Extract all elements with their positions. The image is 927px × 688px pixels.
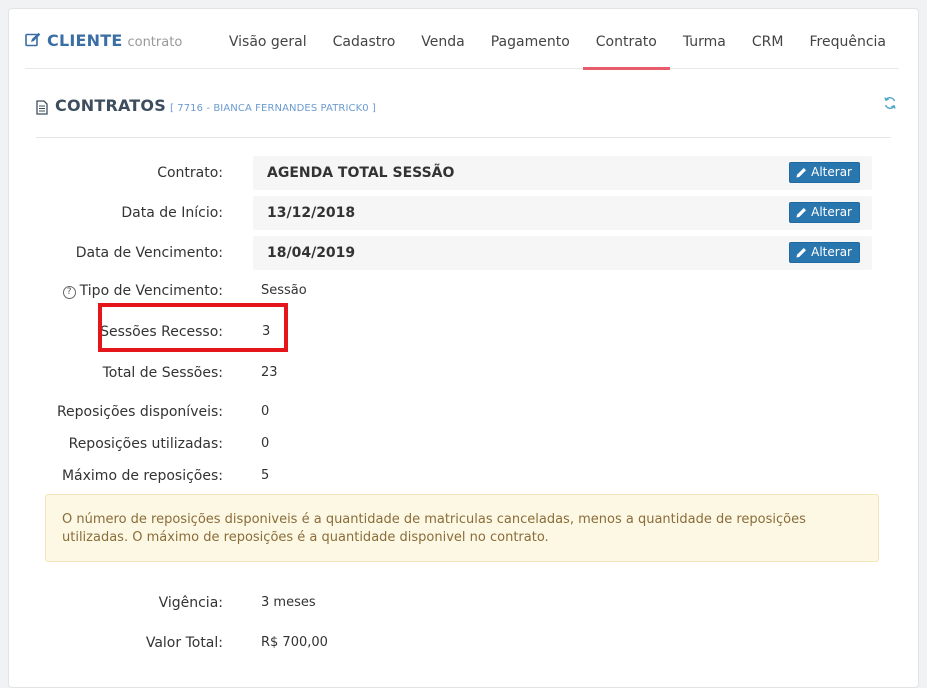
total-sessoes-value: 23 <box>261 365 278 380</box>
maximo-reposicoes-label: Máximo de reposições: <box>61 468 223 484</box>
info-alert: O número de reposições disponiveis é a q… <box>45 494 879 562</box>
page-subtitle: contrato <box>127 35 183 50</box>
tab-crm[interactable]: CRM <box>739 9 797 69</box>
alterar-data-inicio-label: Alterar <box>811 205 852 219</box>
reposicoes-disponiveis-value: 0 <box>261 404 270 419</box>
tab-frequencia[interactable]: Frequência <box>796 9 899 69</box>
data-inicio-row: Data de Início: 13/12/2018 Alterar <box>36 196 872 230</box>
alterar-contrato-label: Alterar <box>811 165 852 179</box>
reposicoes-utilizadas-value: 0 <box>261 436 270 451</box>
document-icon <box>36 100 48 115</box>
section-header: CONTRATOS[ 7716 - BIANCA FERNANDES PATRI… <box>36 96 896 138</box>
tab-contrato[interactable]: Contrato <box>582 9 670 70</box>
vigencia-row: Vigência: 3 meses <box>36 586 872 620</box>
vigencia-value: 3 meses <box>261 595 316 610</box>
section-title: CONTRATOS[ 7716 - BIANCA FERNANDES PATRI… <box>55 96 376 115</box>
section-subtitle: [ 7716 - BIANCA FERNANDES PATRICK0 ] <box>169 103 376 114</box>
total-sessoes-label: Total de Sessões: <box>102 365 223 381</box>
contrato-value: AGENDA TOTAL SESSÃO <box>267 165 455 181</box>
data-inicio-value: 13/12/2018 <box>267 205 356 221</box>
data-vencimento-label: Data de Vencimento: <box>75 245 223 261</box>
valor-total-row: Valor Total: R$ 700,00 <box>36 626 872 660</box>
edit-icon <box>25 32 41 47</box>
refresh-icon[interactable] <box>883 96 897 110</box>
page-title: CLIENTE <box>47 31 123 50</box>
alterar-data-vencimento-button[interactable]: Alterar <box>789 242 860 263</box>
highlight-box <box>98 303 288 352</box>
pencil-icon <box>796 248 807 258</box>
maximo-reposicoes-value: 5 <box>261 468 270 483</box>
valor-total-value: R$ 700,00 <box>261 635 328 650</box>
pencil-icon <box>796 168 807 178</box>
data-vencimento-row: Data de Vencimento: 18/04/2019 Alterar <box>36 236 872 270</box>
reposicoes-disponiveis-label: Reposições disponíveis: <box>56 404 223 420</box>
tab-visao-geral[interactable]: Visão geral <box>216 9 320 69</box>
alterar-data-vencimento-label: Alterar <box>811 245 852 259</box>
total-sessoes-row: Total de Sessões: 23 <box>36 356 872 390</box>
page-brand: CLIENTE contrato <box>25 30 182 50</box>
reposicoes-disponiveis-row: Reposições disponíveis: 0 <box>36 395 872 429</box>
contrato-label: Contrato: <box>157 165 223 181</box>
top-bar: CLIENTE contrato Visão geral Cadastro Ve… <box>25 9 899 70</box>
tab-bar: Visão geral Cadastro Venda Pagamento Con… <box>216 9 899 70</box>
tab-cadastro[interactable]: Cadastro <box>320 9 409 69</box>
valor-total-label: Valor Total: <box>145 635 223 651</box>
data-vencimento-value: 18/04/2019 <box>267 245 356 261</box>
maximo-reposicoes-row: Máximo de reposições: 5 <box>36 459 872 493</box>
contrato-row: Contrato: AGENDA TOTAL SESSÃO Alterar <box>36 156 872 190</box>
data-inicio-label: Data de Início: <box>121 205 223 221</box>
alterar-contrato-button[interactable]: Alterar <box>789 162 860 183</box>
pencil-icon <box>796 208 807 218</box>
section-title-text: CONTRATOS <box>55 96 166 115</box>
reposicoes-utilizadas-label: Reposições utilizadas: <box>68 436 223 452</box>
tipo-vencimento-label: Tipo de Vencimento: <box>79 283 223 299</box>
reposicoes-utilizadas-row: Reposições utilizadas: 0 <box>36 427 872 461</box>
tab-venda[interactable]: Venda <box>408 9 477 69</box>
tab-turma[interactable]: Turma <box>670 9 739 69</box>
help-icon[interactable]: ? <box>62 286 76 299</box>
tab-pagamento[interactable]: Pagamento <box>478 9 583 69</box>
vigencia-label: Vigência: <box>158 595 223 611</box>
alterar-data-inicio-button[interactable]: Alterar <box>789 202 860 223</box>
